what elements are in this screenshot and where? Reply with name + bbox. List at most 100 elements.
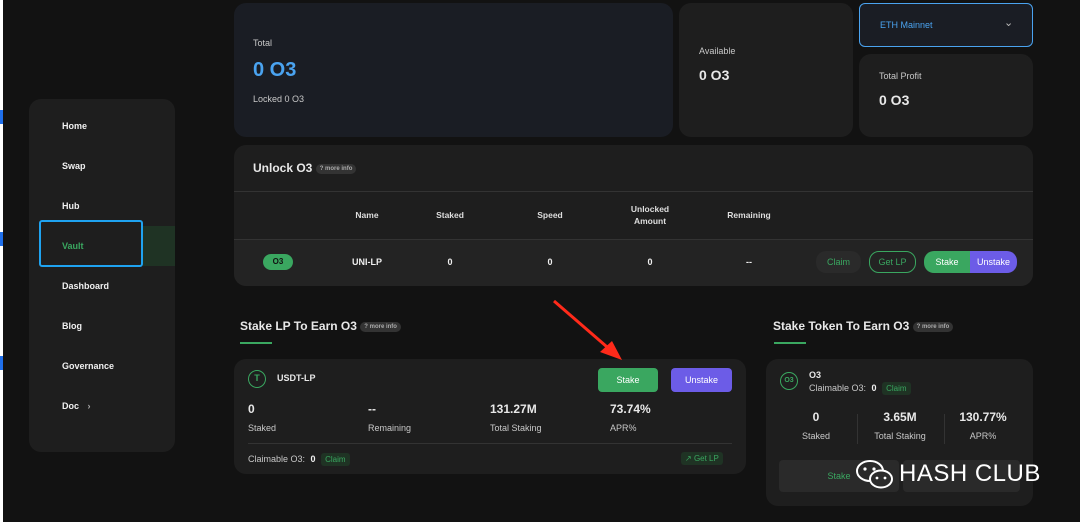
more-info-badge[interactable]: ? more info — [912, 321, 954, 332]
available-value: 0 O3 — [699, 67, 730, 83]
wechat-icon — [856, 460, 893, 489]
row-name: UNI-LP — [352, 257, 382, 267]
stake-lp-card: T USDT-LP Stake Unstake 0 Staked -- Rema… — [234, 359, 746, 474]
unstake-button[interactable]: Unstake — [671, 368, 732, 392]
get-lp-button[interactable]: Get LP — [869, 251, 916, 273]
col-staked: Staked — [436, 210, 464, 220]
watermark-text: HASH CLUB — [899, 460, 1041, 487]
token-name: USDT-LP — [277, 373, 316, 383]
stake-token-title-text: Stake Token To Earn O3 — [773, 319, 910, 333]
stat-value: -- — [368, 402, 376, 416]
stat-label: APR% — [610, 423, 637, 433]
total-label: Total — [253, 38, 273, 48]
claimable-value: 0 — [310, 454, 316, 464]
claimable-row: Claimable O3: 0 Claim — [248, 453, 350, 466]
claim-button[interactable]: Claim — [321, 453, 350, 466]
stake-button[interactable]: Stake — [924, 251, 970, 273]
stat-label: Remaining — [368, 423, 412, 433]
sidebar-item-doc-label: Doc — [62, 401, 80, 411]
sidebar-nav: Home Swap Hub Vault Dashboard Blog Gover… — [29, 99, 175, 452]
stat-value: 0 — [248, 402, 255, 416]
usdt-token-icon: T — [248, 370, 266, 388]
unlock-title-text: Unlock O3 — [253, 161, 313, 175]
row-speed: 0 — [547, 257, 553, 267]
claim-button[interactable]: Claim — [816, 251, 861, 273]
stake-token-title: Stake Token To Earn O3 ? more info — [773, 319, 954, 333]
total-value: 0 O3 — [253, 59, 297, 81]
stat-value: 0 — [812, 410, 820, 424]
stat-label: APR% — [969, 431, 997, 441]
sidebar-item-swap[interactable]: Swap — [62, 161, 86, 171]
stat-label: Total Staking — [874, 431, 926, 441]
row-unlocked: 0 — [647, 257, 653, 267]
network-select[interactable]: ETH Mainnet ⌄ — [859, 3, 1033, 47]
title-underline — [240, 342, 272, 344]
more-info-badge[interactable]: ? more info — [315, 163, 357, 174]
row-staked: 0 — [447, 257, 453, 267]
watermark: HASH CLUB — [855, 456, 1045, 492]
more-info-text: more info — [369, 323, 397, 330]
window-edge — [0, 0, 3, 522]
total-profit-card: Total Profit 0 O3 — [859, 54, 1033, 137]
stat-value: 130.77% — [959, 410, 1007, 424]
total-profit-label: Total Profit — [879, 71, 922, 81]
token-name: O3 — [809, 370, 822, 380]
claimable-value: 0 — [871, 383, 877, 393]
col-unlocked-amount: Unlocked Amount — [630, 204, 670, 226]
chevron-down-icon: ⌄ — [1004, 17, 1014, 29]
available-card: Available 0 O3 — [679, 3, 853, 137]
stat-label: Staked — [801, 431, 831, 441]
stat-label: Total Staking — [490, 423, 542, 433]
chevron-right-icon: › — [87, 401, 91, 411]
annotation-arrow — [553, 299, 622, 360]
available-label: Available — [699, 46, 736, 56]
title-underline — [774, 342, 806, 344]
unlock-card: Unlock O3 ? more info Name Staked Speed … — [234, 145, 1033, 286]
sidebar-item-blog[interactable]: Blog — [62, 321, 82, 331]
sidebar-item-hub[interactable]: Hub — [62, 201, 80, 211]
stake-lp-title: Stake LP To Earn O3 ? more info — [240, 319, 401, 333]
vault-selection-box — [39, 220, 143, 267]
more-info-text: more info — [921, 323, 950, 330]
table-row: O3 UNI-LP 0 0 0 -- Claim Get LP Stake Un… — [234, 240, 1033, 286]
stat-label: Staked — [248, 423, 277, 433]
divider — [944, 414, 945, 444]
sidebar-item-dashboard[interactable]: Dashboard — [62, 281, 109, 291]
o3-token-icon: O3 — [780, 372, 798, 390]
edge-marker — [0, 110, 3, 124]
edge-marker — [0, 356, 3, 370]
stat-value: 3.65M — [883, 410, 917, 424]
network-select-value: ETH Mainnet — [880, 20, 933, 30]
external-link-icon: ↗ — [685, 454, 692, 463]
claim-button[interactable]: Claim — [882, 382, 911, 395]
col-remaining: Remaining — [727, 210, 771, 220]
get-lp-label: Get LP — [693, 454, 719, 463]
claimable-row: Claimable O3: 0 Claim — [809, 382, 911, 395]
stake-button[interactable]: Stake — [598, 368, 658, 392]
stake-lp-title-text: Stake LP To Earn O3 — [240, 319, 357, 333]
col-speed: Speed — [537, 210, 563, 220]
more-info-badge[interactable]: ? more info — [360, 321, 401, 332]
total-card: Total 0 O3 Locked 0 O3 — [234, 3, 673, 137]
sidebar-item-governance[interactable]: Governance — [62, 361, 114, 371]
divider — [248, 443, 732, 444]
o3-token-icon: O3 — [263, 254, 293, 270]
total-profit-value: 0 O3 — [879, 92, 910, 108]
stat-value: 73.74% — [610, 402, 651, 416]
sidebar-item-home[interactable]: Home — [62, 121, 87, 131]
more-info-text: more info — [325, 165, 353, 172]
col-name: Name — [355, 210, 379, 220]
divider — [857, 414, 858, 444]
sidebar-item-doc[interactable]: Doc › — [62, 401, 91, 411]
row-remaining: -- — [746, 257, 752, 267]
edge-marker — [0, 232, 3, 246]
divider — [234, 191, 1033, 192]
locked-amount: Locked 0 O3 — [253, 94, 305, 104]
claimable-label: Claimable O3: — [248, 454, 306, 464]
unlock-title: Unlock O3 ? more info — [253, 161, 357, 175]
stat-value: 131.27M — [490, 402, 537, 416]
get-lp-button[interactable]: ↗ Get LP — [681, 452, 723, 465]
active-item-highlight — [143, 226, 175, 266]
claimable-label: Claimable O3: — [809, 383, 867, 393]
unstake-button[interactable]: Unstake — [970, 251, 1017, 273]
